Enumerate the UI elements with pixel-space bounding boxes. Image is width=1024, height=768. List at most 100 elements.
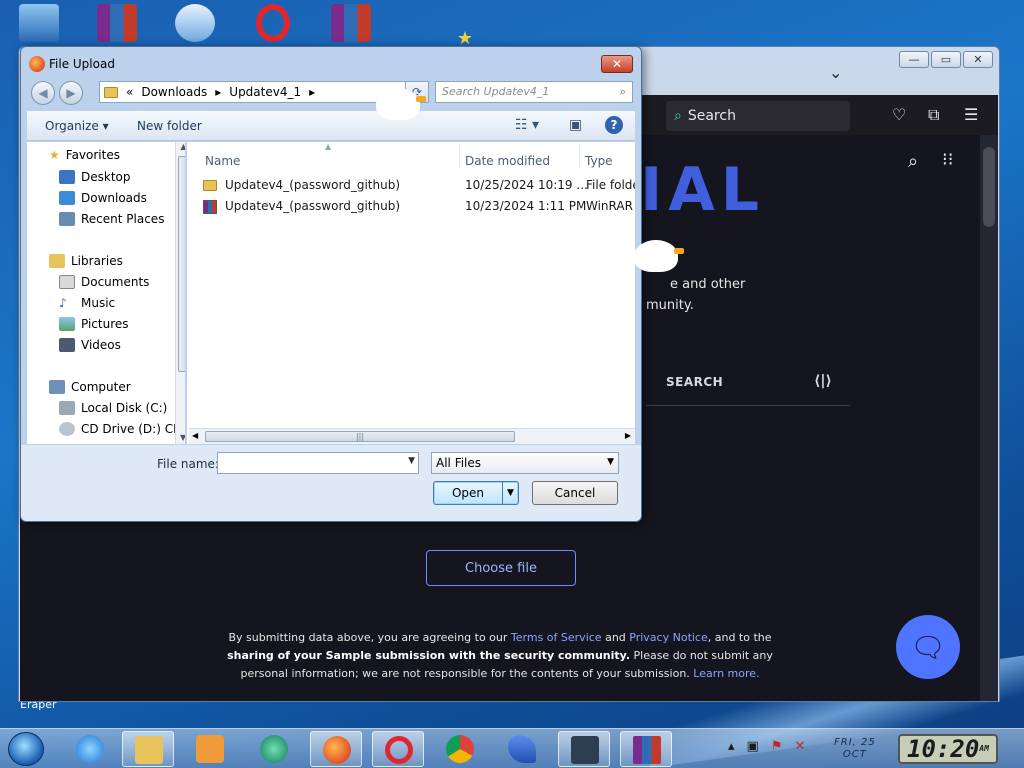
browser-search-box[interactable]: ⌕ Search	[666, 101, 850, 131]
desktop-icon-winrar-2[interactable]	[326, 4, 376, 48]
pocket-icon[interactable]: ♡	[892, 105, 906, 124]
column-separator[interactable]	[459, 144, 460, 168]
h-scroll-thumb[interactable]: |||	[205, 431, 515, 442]
scroll-right-icon[interactable]: ▶	[625, 431, 631, 440]
taskbar-opera[interactable]	[372, 731, 424, 767]
file-row[interactable]: Updatev4_(password_github) 10/23/2024 1:…	[203, 196, 635, 216]
nav-local-disk[interactable]: Local Disk (C:)	[59, 401, 167, 415]
network-icon[interactable]: ▣	[747, 739, 759, 754]
file-list-h-scrollbar[interactable]: ◀ ||| ▶	[189, 428, 635, 444]
taskbar-firefox[interactable]	[310, 731, 362, 767]
taskbar-app-bird[interactable]	[496, 731, 548, 767]
show-hidden-icons-icon[interactable]: ▴	[728, 739, 735, 754]
taskbar-app-globe[interactable]	[248, 731, 300, 767]
desktop-icon-star[interactable]: ★	[440, 28, 490, 49]
nav-label: Desktop	[81, 170, 131, 184]
taskbar-chrome[interactable]	[434, 731, 486, 767]
nav-label: Computer	[71, 380, 131, 394]
page-scroll-thumb[interactable]	[983, 147, 995, 227]
forward-button[interactable]: ▶	[59, 81, 83, 105]
nav-downloads[interactable]: Downloads	[59, 191, 147, 205]
file-name-input[interactable]: ▼	[217, 452, 419, 474]
nav-recent-places[interactable]: Recent Places	[59, 212, 164, 226]
column-header-name[interactable]: Name	[205, 154, 240, 168]
column-separator[interactable]	[579, 144, 580, 168]
menu-icon[interactable]: ☰	[964, 105, 978, 124]
breadcrumb-overflow[interactable]: «	[126, 85, 133, 99]
desktop-icon-opera[interactable]	[248, 4, 298, 48]
file-name-label: File name:	[157, 457, 219, 471]
nav-libraries[interactable]: Libraries	[49, 254, 123, 268]
column-header-type[interactable]: Type	[585, 154, 613, 168]
volume-muted-icon[interactable]: ✕	[794, 739, 805, 754]
command-bar: Organize ▾ New folder ☷ ▾ ▣ ?	[27, 111, 635, 141]
taskbar-ie[interactable]	[64, 731, 116, 767]
chat-button[interactable]: 🗨	[896, 615, 960, 679]
desktop-icon-winrar-1[interactable]	[92, 4, 142, 48]
new-folder-button[interactable]: New folder	[137, 119, 202, 133]
taskbar-explorer[interactable]	[122, 731, 174, 767]
start-button[interactable]	[8, 732, 44, 766]
change-view-icon[interactable]: ☷ ▾	[515, 117, 539, 133]
date-day: FRI, 25	[834, 737, 876, 748]
privacy-link[interactable]: Privacy Notice	[629, 631, 707, 644]
breadcrumb-updatev4[interactable]: Updatev4_1	[229, 85, 301, 99]
media-player-icon	[196, 735, 224, 763]
barcode-icon[interactable]: ⟨|⟩	[814, 373, 832, 389]
desktop-icon-network[interactable]	[170, 4, 220, 48]
file-type-filter[interactable]: All Files ▼	[431, 452, 619, 474]
terms-link[interactable]: Terms of Service	[511, 631, 602, 644]
cd-drive-icon	[59, 422, 75, 436]
nav-pictures[interactable]: Pictures	[59, 317, 129, 331]
taskbar-clock[interactable]: 10:20AM	[898, 734, 998, 764]
preview-pane-icon[interactable]: ▣	[569, 117, 582, 133]
taskbar-monitor-app[interactable]	[558, 731, 610, 767]
help-icon[interactable]: ?	[605, 116, 623, 134]
action-center-icon[interactable]: ⚑	[771, 739, 783, 754]
nav-label: Recent Places	[81, 212, 165, 226]
taskbar-winrar[interactable]	[620, 731, 672, 767]
scroll-left-icon[interactable]: ◀	[192, 431, 198, 440]
nav-favorites[interactable]: ★ Favorites	[49, 148, 120, 162]
breadcrumb-arrow-icon[interactable]: ▸	[215, 85, 221, 99]
taskbar-media[interactable]	[184, 731, 236, 767]
choose-file-button[interactable]: Choose file	[426, 550, 576, 586]
nav-videos[interactable]: Videos	[59, 338, 121, 352]
cancel-button[interactable]: Cancel	[532, 481, 618, 505]
file-row[interactable]: Updatev4_(password_github) 10/25/2024 10…	[203, 175, 635, 195]
chevron-down-icon[interactable]: ▼	[408, 456, 415, 466]
chevron-down-icon[interactable]: ▼	[607, 457, 614, 467]
dialog-search-input[interactable]: Search Updatev4_1 ⌕	[435, 81, 633, 103]
page-search-icon[interactable]: ⌕	[908, 151, 918, 172]
nav-desktop[interactable]: Desktop	[59, 170, 131, 184]
open-button[interactable]: Open ▼	[433, 481, 519, 505]
scroll-up-icon[interactable]: ▲	[176, 142, 185, 151]
tab-list-chevron-icon[interactable]: ⌄	[829, 63, 842, 82]
open-split-arrow-icon[interactable]: ▼	[502, 482, 518, 504]
close-button[interactable]: ✕	[963, 51, 993, 68]
nav-scroll-thumb[interactable]	[178, 156, 185, 372]
nav-documents[interactable]: Documents	[59, 275, 149, 289]
desktop-icon-computer[interactable]	[14, 4, 64, 48]
page-scrollbar[interactable]	[980, 135, 998, 701]
apps-grid-icon[interactable]: ⁝⁝	[942, 149, 953, 170]
network-icon	[175, 4, 215, 42]
nav-label: Downloads	[81, 191, 147, 205]
scroll-down-icon[interactable]: ▼	[180, 433, 185, 442]
extensions-icon[interactable]: ⧉	[928, 105, 939, 125]
breadcrumb-downloads[interactable]: Downloads	[141, 85, 207, 99]
learn-more-link[interactable]: Learn more.	[693, 667, 759, 680]
dialog-close-button[interactable]: ✕	[601, 55, 633, 73]
nav-pane-scrollbar[interactable]: ▲ ▼	[175, 142, 185, 444]
minimize-button[interactable]: —	[899, 51, 929, 68]
organize-button[interactable]: Organize ▾	[45, 119, 109, 133]
nav-cd-drive[interactable]: CD Drive (D:) CDI	[59, 422, 185, 436]
taskbar-date[interactable]: FRI, 25 OCT	[834, 737, 876, 761]
back-button[interactable]: ◀	[31, 81, 55, 105]
search-tab[interactable]: SEARCH	[666, 375, 723, 389]
nav-music[interactable]: ♪ Music	[59, 296, 115, 310]
maximize-button[interactable]: ▭	[931, 51, 961, 68]
column-header-date[interactable]: Date modified	[465, 154, 550, 168]
nav-computer[interactable]: Computer	[49, 380, 131, 394]
breadcrumb-arrow-icon[interactable]: ▸	[309, 85, 315, 99]
